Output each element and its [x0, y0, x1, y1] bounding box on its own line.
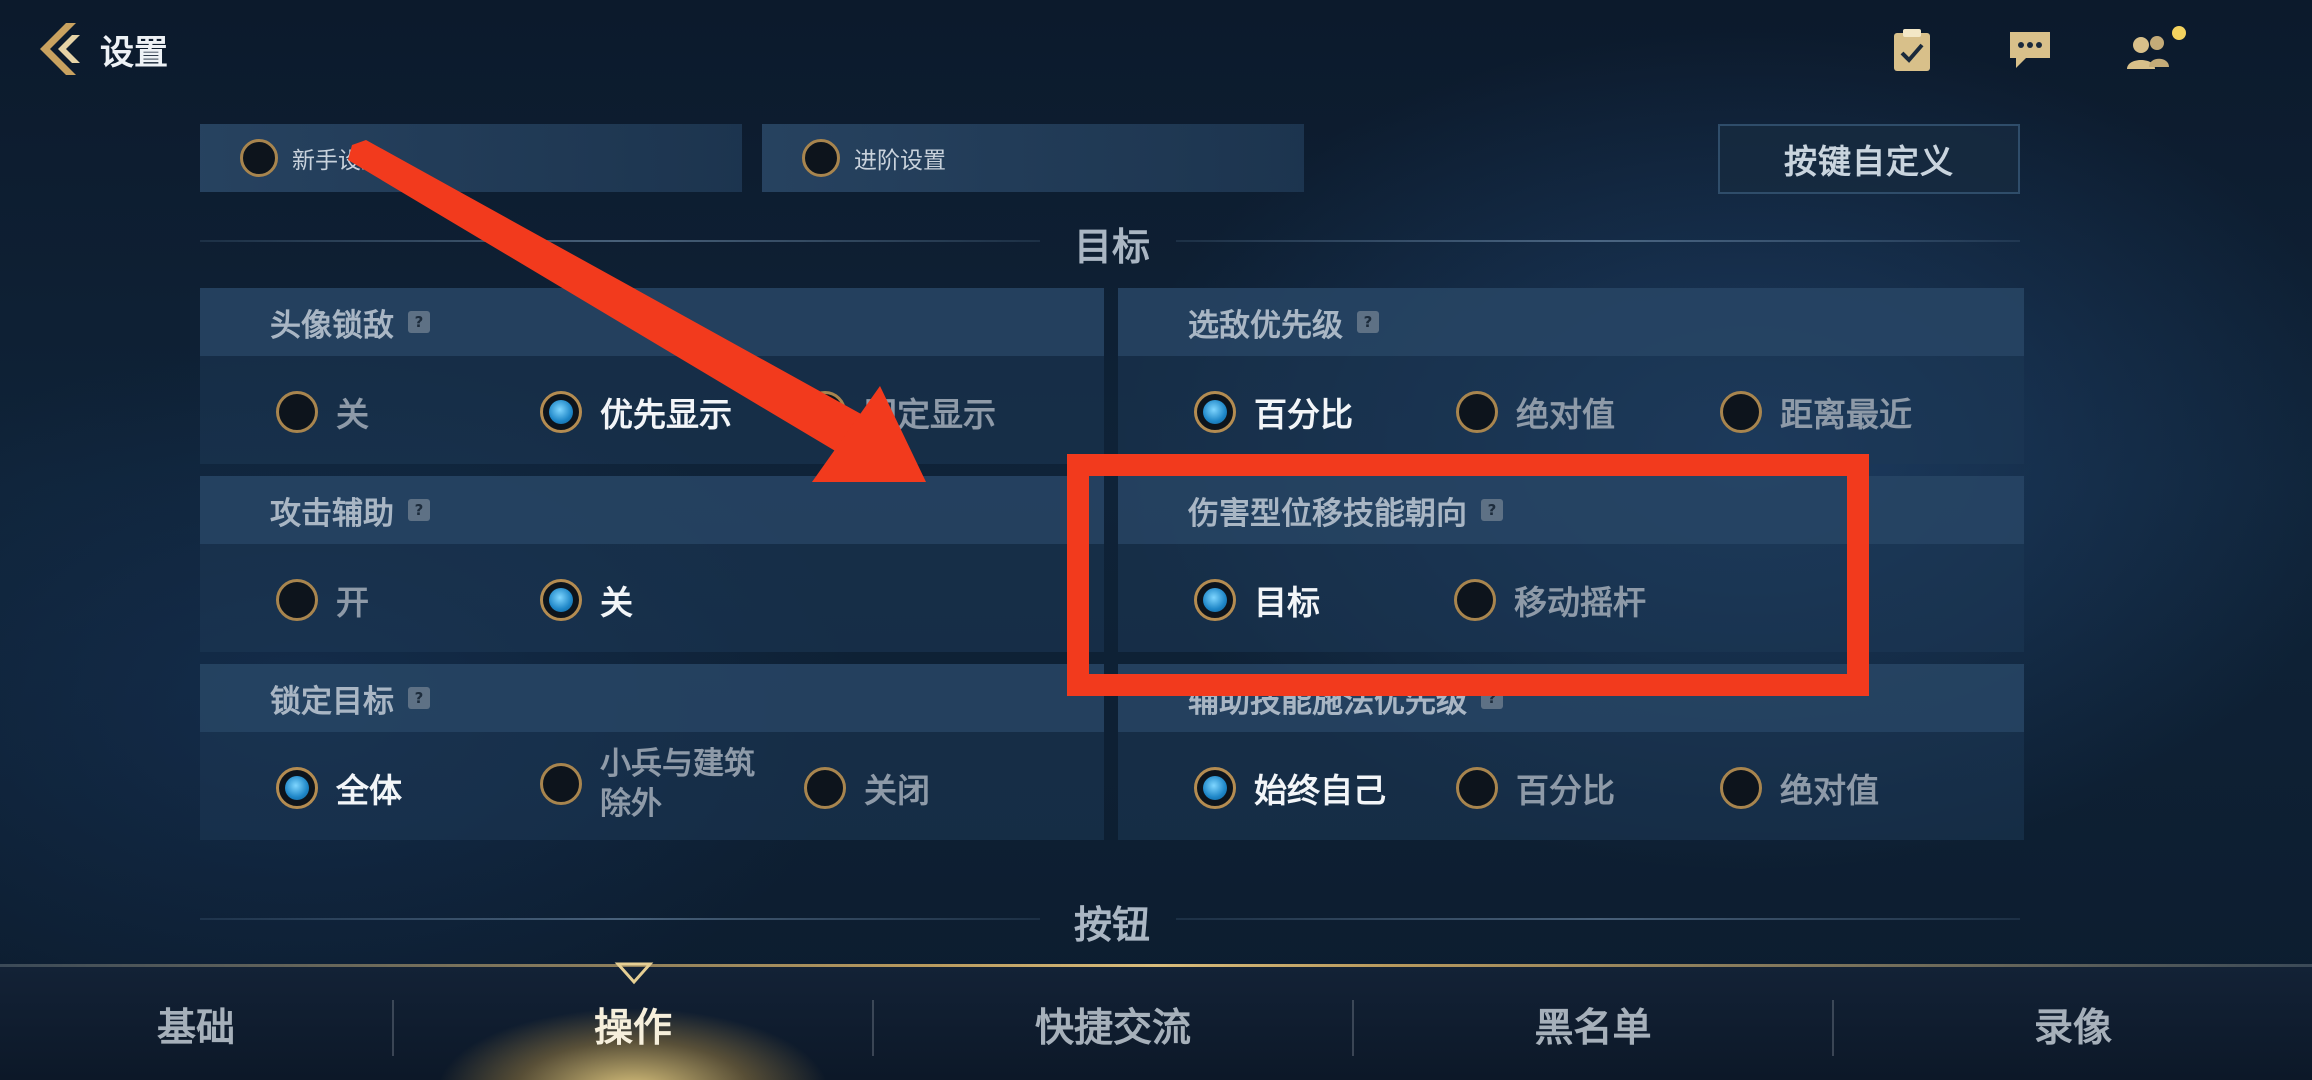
setting-title: 头像锁敌 [270, 307, 394, 344]
option-nearest[interactable]: 距离最近 [1720, 388, 1912, 436]
option-label: 百分比 [1254, 395, 1353, 434]
advanced-mode-label: 进阶设置 [854, 148, 946, 174]
tab-quick-chat[interactable]: 快捷交流 [874, 970, 1352, 1080]
friends-icon[interactable] [2118, 22, 2194, 78]
setting-damage-skill-direction: 伤害型位移技能朝向 ? 目标 移动摇杆 [1118, 476, 2024, 652]
setting-title: 辅助技能施法优先级 [1188, 683, 1467, 720]
radio-button[interactable] [1720, 767, 1762, 809]
option-label: 小兵与建筑除外 [600, 746, 755, 822]
radio-button[interactable] [804, 767, 846, 809]
option-absolute[interactable]: 绝对值 [1720, 764, 1879, 812]
option-absolute[interactable]: 绝对值 [1456, 388, 1615, 436]
radio-button[interactable] [804, 391, 846, 433]
help-icon[interactable]: ? [1357, 311, 1379, 333]
chat-icon[interactable] [2000, 22, 2060, 78]
back-arrow-icon [40, 23, 80, 75]
help-icon[interactable]: ? [408, 687, 430, 709]
setting-target-priority: 选敌优先级 ? 百分比 绝对值 距离最近 [1118, 288, 2024, 464]
option-percentage[interactable]: 百分比 [1194, 388, 1353, 436]
option-fixed-display[interactable]: 固定显示 [804, 388, 996, 436]
section-divider-right [1176, 918, 2020, 920]
option-label: 关闭 [864, 771, 930, 810]
header: 设置 [0, 0, 2312, 110]
advanced-mode-option[interactable]: 进阶设置 [762, 124, 1304, 192]
advanced-mode-radio[interactable] [802, 139, 840, 177]
radio-button[interactable] [540, 391, 582, 433]
tab-basic[interactable]: 基础 [0, 970, 392, 1080]
section-divider-left [200, 918, 1040, 920]
option-always-self[interactable]: 始终自己 [1194, 764, 1386, 812]
tab-replay[interactable]: 录像 [1834, 970, 2312, 1080]
option-label: 关 [600, 583, 633, 622]
section-divider-left [200, 240, 1040, 242]
radio-button[interactable] [540, 763, 582, 805]
option-label: 绝对值 [1780, 771, 1879, 810]
option-percentage[interactable]: 百分比 [1456, 764, 1615, 812]
option-label: 优先显示 [600, 395, 732, 434]
setting-title: 锁定目标 [270, 683, 394, 720]
radio-button[interactable] [1194, 579, 1236, 621]
setting-title: 伤害型位移技能朝向 [1188, 495, 1467, 532]
setting-title: 攻击辅助 [270, 495, 394, 532]
option-label: 关 [336, 395, 369, 434]
option-off[interactable]: 关 [276, 388, 369, 436]
option-label: 移动摇杆 [1514, 583, 1646, 622]
option-label: 绝对值 [1516, 395, 1615, 434]
option-move-joystick[interactable]: 移动摇杆 [1454, 576, 1646, 624]
custom-keys-button[interactable]: 按键自定义 [1718, 124, 2020, 194]
option-label: 目标 [1254, 583, 1320, 622]
option-label: 全体 [336, 771, 402, 810]
section-title-target: 目标 [1073, 225, 1150, 269]
radio-button[interactable] [1454, 579, 1496, 621]
radio-button[interactable] [1720, 391, 1762, 433]
tab-operation[interactable]: 操作 [394, 970, 872, 1080]
radio-button[interactable] [540, 579, 582, 621]
section-divider-right [1176, 240, 2020, 242]
option-label: 固定显示 [864, 395, 996, 434]
radio-button[interactable] [276, 767, 318, 809]
option-label: 百分比 [1516, 771, 1615, 810]
option-priority-display[interactable]: 优先显示 [540, 388, 732, 436]
section-title-buttons: 按钮 [1073, 903, 1150, 947]
setting-assist-skill-priority: 辅助技能施法优先级 ? 始终自己 百分比 绝对值 [1118, 664, 2024, 840]
tasks-icon[interactable] [1882, 22, 1942, 78]
help-icon[interactable]: ? [1481, 687, 1503, 709]
option-target[interactable]: 目标 [1194, 576, 1320, 624]
radio-button[interactable] [1456, 767, 1498, 809]
option-off[interactable]: 关 [540, 576, 633, 624]
radio-button[interactable] [1456, 391, 1498, 433]
help-icon[interactable]: ? [408, 311, 430, 333]
beginner-mode-label: 新手设置 [292, 148, 384, 174]
tab-blacklist[interactable]: 黑名单 [1354, 970, 1832, 1080]
option-label: 始终自己 [1254, 771, 1386, 810]
setting-attack-assist: 攻击辅助 ? 开 关 [200, 476, 1104, 652]
bottom-tab-bar-border [0, 964, 2312, 967]
option-all[interactable]: 全体 [276, 764, 402, 812]
page-title: 设置 [100, 32, 168, 73]
help-icon[interactable]: ? [408, 499, 430, 521]
help-icon[interactable]: ? [1481, 499, 1503, 521]
radio-button[interactable] [276, 579, 318, 621]
radio-button[interactable] [276, 391, 318, 433]
option-exclude-minions-buildings[interactable]: 小兵与建筑除外 [540, 744, 780, 824]
option-label: 距离最近 [1780, 395, 1912, 434]
radio-button[interactable] [1194, 391, 1236, 433]
setting-avatar-lock: 头像锁敌 ? 关 优先显示 固定显示 [200, 288, 1104, 464]
option-on[interactable]: 开 [276, 576, 369, 624]
setting-lock-target: 锁定目标 ? 全体 小兵与建筑除外 关闭 [200, 664, 1104, 840]
setting-title: 选敌优先级 [1188, 307, 1343, 344]
beginner-mode-option[interactable]: 新手设置 [200, 124, 742, 192]
radio-button[interactable] [1194, 767, 1236, 809]
back-button[interactable]: 设置 [36, 18, 206, 80]
option-label: 开 [336, 583, 369, 622]
option-close[interactable]: 关闭 [804, 764, 930, 812]
beginner-mode-radio[interactable] [240, 139, 278, 177]
